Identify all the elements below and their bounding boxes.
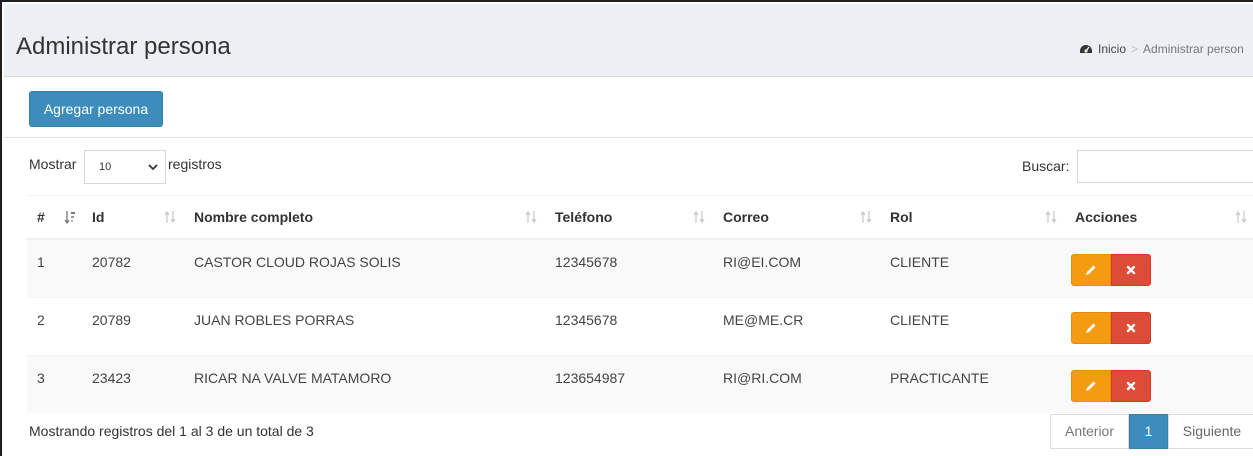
table-row: 3 23423 RICAR NA VALVE MATAMORO 12365498…: [27, 355, 1253, 413]
column-header-email[interactable]: Correo: [713, 195, 880, 240]
cell-name: RICAR NA VALVE MATAMORO: [184, 355, 545, 413]
persons-table: # Id Nombre completo Teléfono Correo Rol…: [27, 195, 1253, 413]
table-header-row: # Id Nombre completo Teléfono Correo Rol…: [27, 195, 1253, 240]
column-header-role[interactable]: Rol: [880, 195, 1065, 240]
cell-id: 20782: [82, 238, 184, 298]
cell-actions: [1065, 238, 1253, 298]
action-buttons: [1071, 370, 1151, 402]
records-per-page-select[interactable]: 10: [84, 150, 166, 184]
column-label: Acciones: [1075, 209, 1138, 225]
column-header-actions[interactable]: Acciones: [1065, 195, 1253, 240]
column-header-phone[interactable]: Teléfono: [545, 195, 713, 240]
add-person-button[interactable]: Agregar persona: [29, 91, 163, 127]
pagination: Anterior 1 Siguiente: [1050, 414, 1253, 449]
delete-button[interactable]: [1111, 254, 1151, 286]
dashboard-icon: [1080, 45, 1092, 53]
cell-email: ME@ME.CR: [713, 297, 880, 356]
times-icon: [1126, 381, 1136, 391]
pagination-next[interactable]: Siguiente: [1168, 414, 1253, 449]
sort-both-icon: [525, 210, 537, 224]
cell-phone: 123654987: [545, 355, 713, 413]
sort-both-icon: [1045, 210, 1057, 224]
content-header: Administrar persona Inicio > Administrar p…: [4, 4, 1253, 77]
chevron-down-icon: [148, 164, 158, 171]
edit-button[interactable]: [1071, 370, 1111, 402]
breadcrumb: Inicio > Administrar person: [1079, 41, 1244, 57]
cell-number: 3: [27, 355, 82, 413]
sort-asc-icon: [64, 211, 75, 225]
breadcrumb-home-link[interactable]: Inicio: [1098, 42, 1126, 56]
delete-button[interactable]: [1111, 312, 1151, 344]
column-header-id[interactable]: Id: [82, 195, 184, 240]
action-buttons: [1071, 312, 1151, 344]
breadcrumb-separator: >: [1131, 42, 1139, 56]
edit-button[interactable]: [1071, 312, 1111, 344]
cell-number: 1: [27, 238, 82, 298]
cell-email: RI@EI.COM: [713, 238, 880, 298]
edit-button[interactable]: [1071, 254, 1111, 286]
cell-role: PRACTICANTE: [880, 355, 1065, 413]
pagination-page-1[interactable]: 1: [1129, 414, 1168, 449]
table-info-text: Mostrando registros del 1 al 3 de un tot…: [29, 423, 314, 439]
sort-both-icon: [693, 210, 705, 224]
cell-number: 2: [27, 297, 82, 356]
main-content: Agregar persona Mostrar 10 registros Bus…: [4, 77, 1253, 456]
cell-actions: [1065, 355, 1253, 413]
sort-both-icon: [860, 210, 872, 224]
pagination-previous[interactable]: Anterior: [1050, 414, 1129, 449]
cell-role: CLIENTE: [880, 238, 1065, 298]
cell-phone: 12345678: [545, 297, 713, 356]
toolbar-divider: [4, 137, 1253, 138]
cell-email: RI@RI.COM: [713, 355, 880, 413]
app-frame: Administrar persona Inicio > Administrar p…: [0, 0, 1253, 456]
search-label: Buscar:: [1022, 158, 1070, 174]
sort-both-icon: [164, 210, 176, 224]
page-title: Administrar persona: [16, 33, 231, 60]
pencil-icon: [1086, 381, 1096, 391]
sort-both-icon: [1235, 210, 1247, 224]
length-prefix-label: Mostrar: [29, 156, 77, 172]
column-label: Nombre completo: [194, 209, 314, 225]
pencil-icon: [1086, 323, 1096, 333]
cell-role: CLIENTE: [880, 297, 1065, 356]
cell-phone: 12345678: [545, 238, 713, 298]
delete-button[interactable]: [1111, 370, 1151, 402]
column-label: Correo: [723, 209, 769, 225]
action-buttons: [1071, 254, 1151, 286]
cell-actions: [1065, 297, 1253, 356]
column-header-name[interactable]: Nombre completo: [184, 195, 545, 240]
cell-id: 23423: [82, 355, 184, 413]
cell-name: JUAN ROBLES PORRAS: [184, 297, 545, 356]
column-label: Id: [92, 209, 105, 225]
pencil-icon: [1086, 265, 1096, 275]
cell-name: CASTOR CLOUD ROJAS SOLIS: [184, 238, 545, 298]
column-header-number[interactable]: #: [27, 195, 82, 240]
cell-id: 20789: [82, 297, 184, 356]
breadcrumb-current: Administrar person: [1143, 42, 1244, 56]
column-label: Rol: [890, 209, 913, 225]
records-per-page-value: 10: [99, 161, 112, 173]
length-suffix-label: registros: [168, 156, 222, 172]
table-row: 1 20782 CASTOR CLOUD ROJAS SOLIS 1234567…: [27, 238, 1253, 298]
times-icon: [1126, 265, 1136, 275]
table-row: 2 20789 JUAN ROBLES PORRAS 12345678 ME@M…: [27, 297, 1253, 356]
times-icon: [1126, 323, 1136, 333]
column-label: #: [37, 209, 45, 225]
search-input[interactable]: [1077, 150, 1253, 183]
column-label: Teléfono: [555, 209, 613, 225]
